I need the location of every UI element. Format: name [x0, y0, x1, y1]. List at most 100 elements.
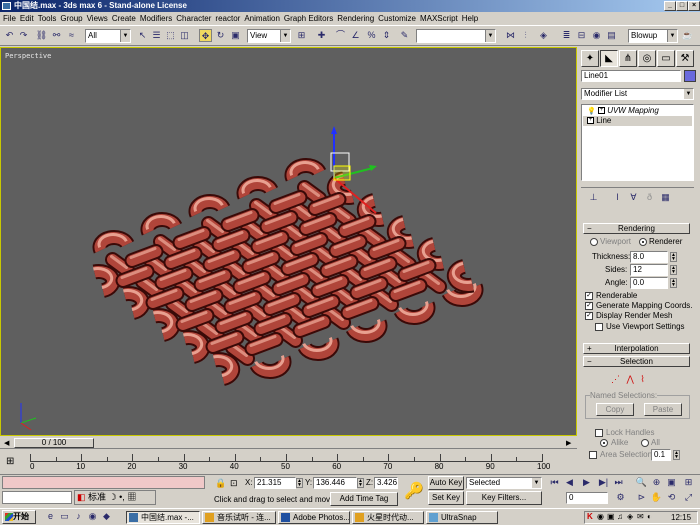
configure-sets-icon[interactable]: ▦ — [659, 191, 672, 204]
select-object-icon[interactable]: ↖ — [136, 29, 149, 42]
knot-mesh[interactable] — [92, 158, 484, 386]
quick-render-icon[interactable]: ☕ — [681, 29, 694, 42]
vertex-segment-spline-icons[interactable]: ⋰ ⋀ ⌇ — [611, 374, 647, 385]
maxscript-listener-pink[interactable] — [2, 476, 205, 489]
keyboard-icon[interactable]: ▦ — [127, 492, 136, 502]
punctuation-icon[interactable]: •, — [119, 492, 125, 502]
hierarchy-tab-icon[interactable]: ⋔ — [619, 50, 637, 67]
create-tab-icon[interactable]: ✦ — [581, 50, 599, 67]
menu-item-modifiers[interactable]: Modifiers — [140, 12, 176, 25]
mini-curve-editor-icon[interactable]: ⊞ — [6, 456, 14, 467]
close-button[interactable]: × — [688, 1, 700, 11]
select-link-icon[interactable]: ⛓ — [35, 29, 48, 42]
quicklaunch-ie-icon[interactable]: e — [44, 510, 57, 523]
key-icon[interactable]: 🔑 — [404, 481, 424, 501]
snap-toggle-icon[interactable]: ⌒ — [334, 29, 347, 42]
key-filters-button[interactable]: Key Filters... — [466, 491, 542, 505]
object-name-field[interactable]: Line01 — [581, 70, 681, 82]
zoom-extents-icon[interactable]: ▣ — [665, 476, 678, 489]
select-manipulate-icon[interactable]: ✚ — [315, 29, 328, 42]
moon-icon[interactable]: ☽ — [109, 492, 117, 502]
pivot-center-icon[interactable]: ⊞ — [295, 29, 308, 42]
task-music[interactable]: 音乐试听 - 连... — [202, 511, 276, 524]
display-render-mesh-checkbox[interactable]: ✓ — [585, 312, 593, 320]
previous-frame-icon[interactable]: ◀ — [563, 476, 576, 489]
tray-network-icon[interactable]: ▣ — [607, 512, 615, 521]
redo-icon[interactable]: ↷ — [17, 29, 30, 42]
clock[interactable]: 12:15 — [671, 512, 691, 523]
lightbulb-icon[interactable]: 💡 — [587, 108, 596, 115]
y-spinner[interactable]: ▲ ▼ — [357, 478, 364, 488]
sides-spinner[interactable]: ▲ ▼ — [670, 265, 677, 275]
task-3dsmax[interactable]: 中国结.max -... — [126, 511, 200, 524]
slider-prev-arrow-icon[interactable]: ◀ — [4, 439, 9, 447]
task-ultrasnap[interactable]: UltraSnap — [426, 511, 498, 524]
menu-item-rendering[interactable]: Rendering — [337, 12, 378, 25]
task-photoshop[interactable]: Adobe Photos... — [278, 511, 350, 524]
menu-item-character[interactable]: Character — [176, 12, 215, 25]
stack-item-line[interactable]: + Line — [583, 116, 692, 126]
zoom-icon[interactable]: 🔍 — [635, 476, 648, 489]
named-selection-dropdown[interactable]: ▼ — [416, 29, 496, 43]
time-configuration-icon[interactable]: ⚙ — [614, 491, 627, 504]
time-slider[interactable]: ◀ 0 / 100 ▶ — [0, 437, 577, 449]
tray-security-icon[interactable]: ◈ — [627, 512, 633, 521]
field-of-view-icon[interactable]: ⊳ — [635, 491, 648, 504]
alike-radio[interactable] — [600, 439, 608, 447]
display-tab-icon[interactable]: ▭ — [657, 50, 675, 67]
area-selection-checkbox[interactable] — [589, 451, 597, 459]
quicklaunch-desktop-icon[interactable]: ▭ — [58, 510, 71, 523]
tray-k-icon[interactable]: K — [587, 512, 593, 521]
x-coordinate-field[interactable]: 21.315 — [254, 477, 296, 489]
interpolation-rollout-header[interactable]: + Interpolation — [583, 343, 690, 354]
spinner-snap-icon[interactable]: ⇕ — [380, 29, 393, 42]
chinese-knot-object[interactable] — [1, 48, 577, 436]
task-hxsd[interactable]: 火星时代动... — [352, 511, 424, 524]
tray-speaker-icon[interactable]: ◐ — [647, 512, 652, 521]
menu-item-animation[interactable]: Animation — [244, 12, 284, 25]
lock-handles-checkbox[interactable] — [595, 429, 603, 437]
angle-spinner[interactable]: ▲ ▼ — [670, 278, 677, 288]
minimize-button[interactable]: _ — [664, 1, 676, 11]
current-frame-field[interactable]: 0 — [566, 492, 608, 504]
tray-msg-icon[interactable]: ✉ — [637, 512, 644, 521]
start-button[interactable]: 开始 — [2, 510, 36, 524]
menu-item-maxscript[interactable]: MAXScript — [420, 12, 462, 25]
arc-rotate-icon[interactable]: ⟲ — [665, 491, 678, 504]
mirror-icon[interactable]: ⋈ — [504, 29, 517, 42]
maximize-button[interactable]: □ — [676, 1, 688, 11]
viewport-radio[interactable] — [590, 238, 598, 246]
absolute-mode-icon[interactable]: ⊡ — [230, 478, 238, 489]
renderer-radio[interactable] — [639, 238, 647, 246]
motion-tab-icon[interactable]: ◎ — [638, 50, 656, 67]
render-scene-icon[interactable]: ▤ — [605, 29, 618, 42]
menu-item-tools[interactable]: Tools — [38, 12, 61, 25]
area-selection-field[interactable]: 0.1 — [651, 449, 671, 461]
paste-button[interactable]: Paste — [644, 403, 682, 416]
y-coordinate-field[interactable]: 136.446 — [313, 477, 357, 489]
select-and-move-icon[interactable]: ✥ — [199, 29, 212, 42]
menu-item-group[interactable]: Group — [60, 12, 86, 25]
menu-item-reactor[interactable]: reactor — [215, 12, 244, 25]
thickness-field[interactable]: 8.0 — [630, 251, 668, 263]
renderable-checkbox[interactable]: ✓ — [585, 292, 593, 300]
material-editor-icon[interactable]: ◉ — [590, 29, 603, 42]
add-time-tag-button[interactable]: Add Time Tag — [330, 492, 398, 506]
curve-editor-icon[interactable]: ≣ — [560, 29, 573, 42]
x-spinner[interactable]: ▲ ▼ — [296, 478, 303, 488]
expand-icon[interactable]: + — [597, 107, 605, 115]
angle-snap-icon[interactable]: ∠ — [349, 29, 362, 42]
reference-coordinate-dropdown[interactable]: View ▼ — [247, 29, 291, 43]
ime-toolbar[interactable]: ◧ 标准 ☽ •, ▦ — [74, 490, 156, 505]
play-icon[interactable]: ▶ — [580, 476, 593, 489]
next-frame-icon[interactable]: ▶| — [597, 476, 610, 489]
menu-item-views[interactable]: Views — [87, 12, 112, 25]
copy-button[interactable]: Copy — [596, 403, 634, 416]
pin-stack-icon[interactable]: ⊥ — [587, 191, 600, 204]
quicklaunch-media-icon[interactable]: ♪ — [72, 510, 85, 523]
thickness-spinner[interactable]: ▲ ▼ — [670, 252, 677, 262]
menu-item-customize[interactable]: Customize — [378, 12, 420, 25]
menu-item-graph-editors[interactable]: Graph Editors — [284, 12, 337, 25]
bind-space-warp-icon[interactable]: ≈ — [65, 29, 78, 42]
go-to-start-icon[interactable]: ⏮ — [548, 476, 561, 489]
